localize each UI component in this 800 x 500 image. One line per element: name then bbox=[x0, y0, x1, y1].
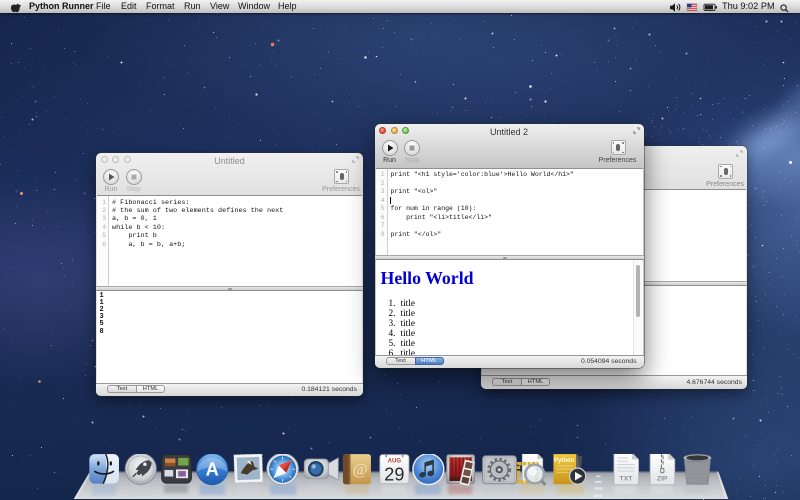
svg-text:29: 29 bbox=[384, 464, 404, 484]
svg-text:TXT: TXT bbox=[620, 475, 634, 482]
svg-text:AUG: AUG bbox=[388, 458, 402, 464]
svg-text:Python: Python bbox=[554, 458, 575, 464]
svg-text:A: A bbox=[206, 459, 219, 480]
svg-text:@: @ bbox=[353, 462, 368, 479]
svg-text:ZIP: ZIP bbox=[657, 475, 668, 482]
